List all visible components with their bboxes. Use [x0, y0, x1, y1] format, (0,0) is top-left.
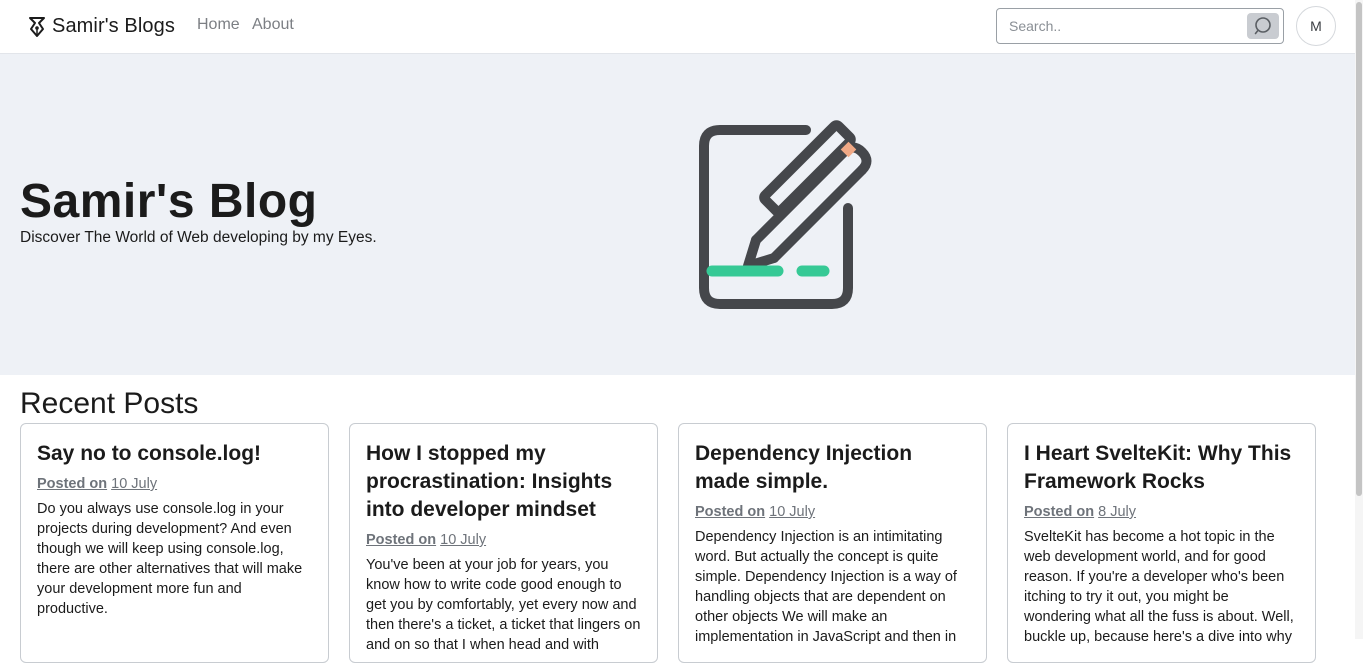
hero-section: Samir's Blog Discover The World of Web d…	[0, 54, 1355, 375]
nav-home-link[interactable]: Home	[197, 16, 240, 34]
post-excerpt: Dependency Injection is an intimitating …	[695, 529, 957, 645]
posted-label: Posted on	[695, 504, 766, 520]
avatar[interactable]: M	[1296, 6, 1336, 46]
post-card[interactable]: Dependency Injection made simple. Posted…	[678, 423, 987, 663]
scrollbar-thumb[interactable]	[1356, 2, 1362, 496]
hero-title: Samir's Blog	[20, 175, 318, 228]
post-title[interactable]: How I stopped my procrastination: Insigh…	[366, 440, 641, 524]
brand-link[interactable]: Samir's Blogs	[25, 13, 175, 39]
posted-label: Posted on	[37, 476, 108, 492]
post-meta: Posted on 10 July	[366, 530, 641, 550]
post-card[interactable]: How I stopped my procrastination: Insigh…	[349, 423, 658, 663]
search-box	[996, 8, 1284, 44]
search-input[interactable]	[997, 9, 1245, 43]
notepad-pencil-illustration	[699, 120, 872, 309]
hero-subtitle: Discover The World of Web developing by …	[20, 229, 377, 246]
post-date[interactable]: 8 July	[1098, 504, 1136, 520]
post-meta: Posted on 8 July	[1024, 502, 1299, 522]
post-title[interactable]: Dependency Injection made simple.	[695, 440, 970, 496]
post-title[interactable]: I Heart SvelteKit: Why This Framework Ro…	[1024, 440, 1299, 496]
page-scrollbar[interactable]	[1355, 0, 1363, 639]
post-card[interactable]: Say no to console.log! Posted on 10 July…	[20, 423, 329, 663]
post-excerpt: SvelteKit has become a hot topic in the …	[1024, 529, 1294, 645]
post-card[interactable]: I Heart SvelteKit: Why This Framework Ro…	[1007, 423, 1316, 663]
brand-name: Samir's Blogs	[52, 14, 175, 37]
posted-label: Posted on	[1024, 504, 1095, 520]
recent-posts-heading: Recent Posts	[20, 387, 199, 420]
post-date[interactable]: 10 July	[440, 532, 486, 548]
nav-about-link[interactable]: About	[252, 16, 294, 34]
post-excerpt: You've been at your job for years, you k…	[366, 557, 641, 653]
post-date[interactable]: 10 July	[769, 504, 815, 520]
post-excerpt: Do you always use console.log in your pr…	[37, 501, 303, 617]
pen-nib-icon	[29, 17, 45, 37]
posted-label: Posted on	[366, 532, 437, 548]
post-meta: Posted on 10 July	[37, 474, 312, 494]
post-meta: Posted on 10 July	[695, 502, 970, 522]
post-title[interactable]: Say no to console.log!	[37, 440, 312, 468]
post-date[interactable]: 10 July	[111, 476, 157, 492]
navbar: Samir's Blogs Home About M	[0, 0, 1355, 54]
search-button[interactable]	[1247, 13, 1279, 39]
search-icon	[1254, 17, 1271, 35]
